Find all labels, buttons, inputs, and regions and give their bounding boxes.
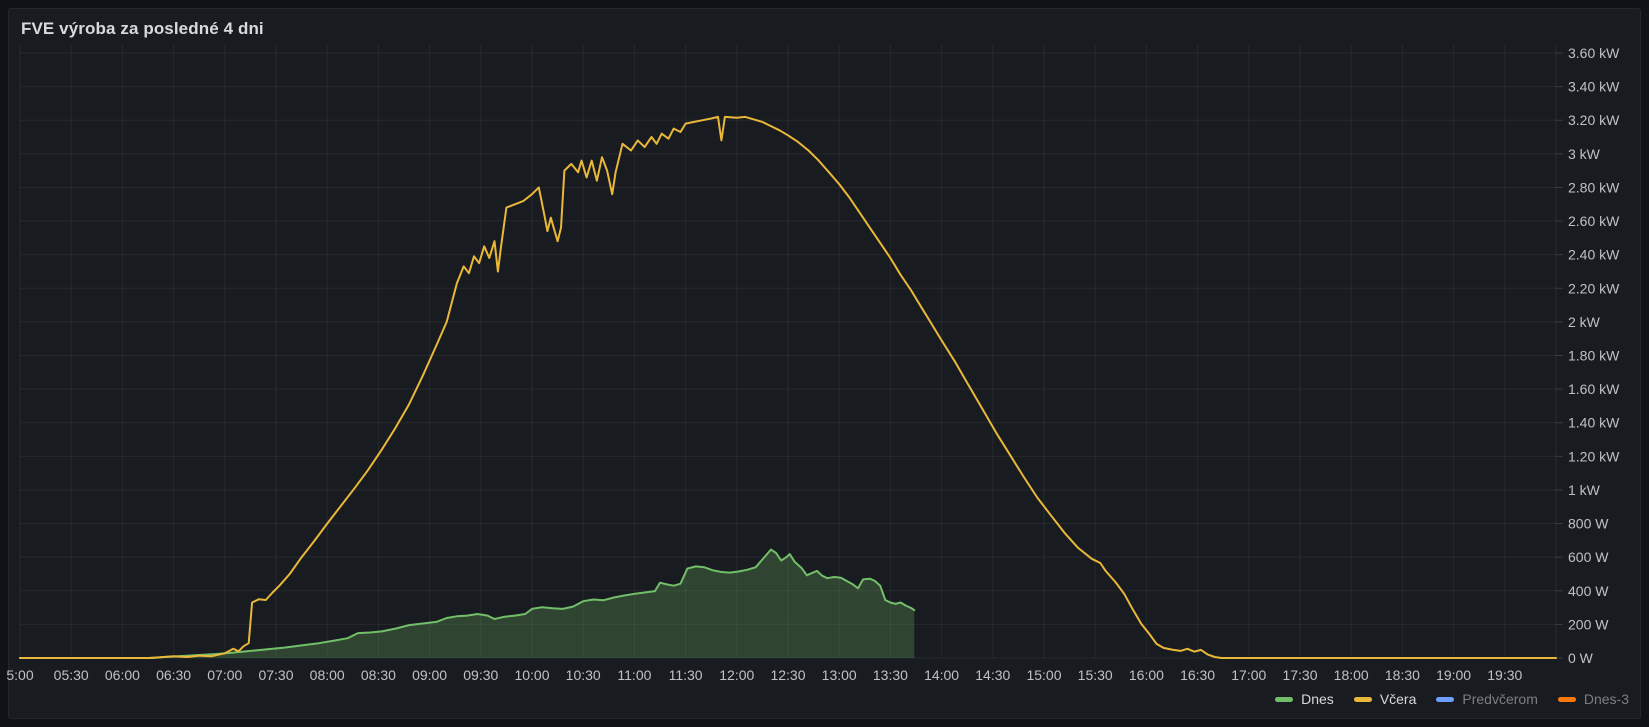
x-tick-label: 17:00 [1231,667,1266,683]
legend-swatch-dnes [1275,696,1294,702]
x-tick-label: 5:00 [6,667,33,683]
legend-item-dnes-3[interactable]: Dnes-3 [1557,689,1629,709]
x-tick-label: 17:30 [1282,667,1317,683]
y-tick-label: 1.60 kW [1568,381,1620,397]
x-tick-label: 14:30 [975,667,1010,683]
y-tick-label: 3 kW [1568,146,1601,162]
legend-swatch-vcera [1353,696,1372,702]
x-tick-label: 11:30 [669,667,703,683]
timeseries-chart[interactable]: 0 W 200 W 400 W 600 W 800 W 1 kW 1.20 kW 1.40 k… [0,0,1649,727]
series-area-dnes [20,549,915,658]
y-tick-label: 1 kW [1568,482,1601,498]
x-tick-label: 11:00 [617,667,651,683]
x-tick-label: 08:00 [310,667,345,683]
x-tick-label: 13:00 [822,667,857,683]
legend-swatch-predvcerom [1436,696,1455,702]
y-tick-label: 600 W [1568,549,1609,565]
legend-swatch-dnes-3 [1557,696,1576,702]
legend-label-vcera: Včera [1379,691,1417,707]
x-tick-label: 15:30 [1078,667,1113,683]
x-tick-label: 07:30 [258,667,293,683]
y-tick-label: 2.60 kW [1568,213,1620,229]
y-tick-label: 2.20 kW [1568,280,1620,296]
x-tick-label: 09:30 [463,667,498,683]
x-tick-label: 18:00 [1334,667,1369,683]
y-tick-label: 1.40 kW [1568,415,1620,431]
x-tick-label: 06:30 [156,667,191,683]
y-tick-label: 800 W [1568,516,1609,532]
x-tick-label: 13:30 [873,667,908,683]
y-tick-label: 200 W [1568,616,1609,632]
x-tick-label: 05:30 [54,667,89,683]
x-tick-label: 06:00 [105,667,140,683]
y-tick-label: 3.20 kW [1568,112,1620,128]
x-tick-label: 19:30 [1487,667,1522,683]
y-tick-label: 0 W [1568,650,1594,666]
y-tick-label: 2 kW [1568,314,1601,330]
legend-item-dnes[interactable]: Dnes [1275,689,1334,709]
x-tick-label: 18:30 [1385,667,1420,683]
x-tick-label: 19:00 [1436,667,1471,683]
y-tick-label: 400 W [1568,583,1609,599]
legend-label-dnes-3: Dnes-3 [1583,691,1629,707]
x-tick-label: 10:00 [514,667,549,683]
legend: Dnes Včera Predvčerom Dnes-3 [1255,689,1629,709]
legend-label-predvcerom: Predvčerom [1462,691,1538,707]
x-tick-label: 12:30 [770,667,805,683]
x-tick-label: 16:00 [1129,667,1164,683]
x-tick-label: 07:00 [207,667,242,683]
y-tick-label: 3.40 kW [1568,79,1620,95]
legend-item-predvcerom[interactable]: Predvčerom [1436,689,1538,709]
x-tick-label: 16:30 [1180,667,1215,683]
legend-item-vcera[interactable]: Včera [1353,689,1417,709]
y-tick-label: 1.80 kW [1568,348,1620,364]
y-tick-label: 2.40 kW [1568,247,1620,263]
x-tick-label: 09:00 [412,667,447,683]
x-tick-label: 08:30 [361,667,396,683]
x-tick-label: 14:00 [924,667,959,683]
y-tick-label: 2.80 kW [1568,179,1620,195]
x-tick-label: 15:00 [1026,667,1061,683]
x-tick-label: 12:00 [719,667,754,683]
legend-label-dnes: Dnes [1301,691,1334,707]
y-tick-label: 3.60 kW [1568,45,1620,61]
x-tick-label: 10:30 [566,667,601,683]
y-tick-label: 1.20 kW [1568,448,1620,464]
